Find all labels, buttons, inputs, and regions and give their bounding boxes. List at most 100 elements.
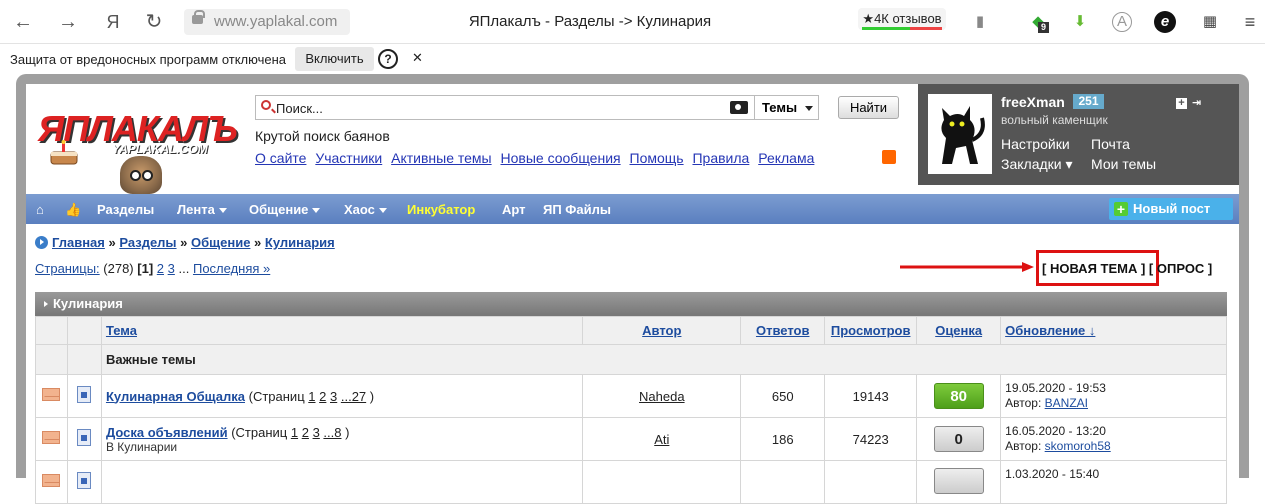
envelope-icon[interactable] [42,388,61,401]
crumb-communication[interactable]: Общение [191,235,250,250]
topic-page[interactable]: 3 [330,389,337,404]
topic-author[interactable]: Ati [654,432,669,447]
topic-views: 74223 [824,417,918,461]
link-members[interactable]: Участники [315,150,382,166]
table-row: Доска объявлений (Страниц 1 2 3 ...8 ) В… [35,417,1227,461]
search-input[interactable] [276,99,716,117]
topic-page[interactable]: 3 [313,425,320,440]
topic-page[interactable]: 2 [319,389,326,404]
shield-extension-icon[interactable]: ◆9 [1026,10,1050,34]
plus-icon[interactable]: + [1176,98,1187,109]
nav-feed[interactable]: Лента [177,202,227,217]
my-topics-link[interactable]: Мои темы [1091,156,1156,172]
pinned-section: Важные темы [35,344,1228,375]
crumb-sections[interactable]: Разделы [119,235,176,250]
rating-badge[interactable] [933,467,984,494]
reviews-badge[interactable]: ★4К отзывов [858,8,946,30]
topic-page[interactable]: 1 [308,389,315,404]
topic-page[interactable]: 1 [291,425,298,440]
security-notice-bar: Защита от вредоносных программ отключена… [0,44,1265,74]
col-author[interactable]: Автор [642,323,681,338]
envelope-icon[interactable] [42,474,61,487]
username[interactable]: freeXman [1001,94,1065,110]
topic-page[interactable]: ...27 [341,389,366,404]
logout-icon[interactable]: ⇥ [1191,98,1202,109]
site-logo[interactable]: ЯПЛАКАЛЪ YAPLAKAL.COM [38,108,238,194]
search-scope-select[interactable]: Темы [754,96,820,119]
search-icon [261,100,271,110]
user-panel: freeXman 251 вольный каменщик Настройки … [918,84,1239,185]
help-icon[interactable]: ? [378,49,398,69]
nav-chaos[interactable]: Хаос [344,202,387,217]
last-author[interactable]: skomoroh58 [1045,439,1111,453]
nav-incubator[interactable]: Инкубатор [407,202,475,217]
page-2[interactable]: 2 [157,261,164,276]
envelope-icon[interactable] [42,431,61,444]
download-extension-icon[interactable]: ⬇ [1068,10,1092,34]
link-active-topics[interactable]: Активные темы [391,150,492,166]
col-updated[interactable]: Обновление ↓ [1005,323,1095,338]
crumb-home[interactable]: Главная [52,235,105,250]
bookmarks-menu[interactable]: Закладки ▾ [1001,156,1073,173]
page-3[interactable]: 3 [168,261,175,276]
topic-page[interactable]: ...8 [323,425,341,440]
search-box: Темы [255,95,819,120]
pages-label[interactable]: Страницы: [35,261,100,276]
current-page: [1] [137,261,154,276]
pagination: Страницы: (278) [1] 2 3 ... Последняя » [35,261,271,276]
a-extension-icon[interactable]: A [1112,12,1132,32]
home-icon[interactable]: ⌂ [36,202,44,217]
new-topic-button[interactable]: [ НОВАЯ ТЕМА ] [1042,261,1145,276]
rss-icon[interactable] [882,150,896,164]
col-topic[interactable]: Тема [106,323,137,338]
topic-title[interactable]: Кулинарная Общалка [106,389,245,404]
topic-doc-icon [77,472,92,489]
topic-updated: 16.05.2020 - 13:20 [1005,424,1106,438]
table-row: 1.03.2020 - 15:40 [35,460,1227,504]
last-page[interactable]: Последняя » [193,261,270,276]
avatar[interactable] [928,94,992,174]
rating-badge[interactable]: 0 [933,426,984,452]
link-rules[interactable]: Правила [692,150,749,166]
forum-page: ЯПЛАКАЛЪ YAPLAKAL.COM Темы Найти Крутой … [26,84,1239,504]
enable-protection-button[interactable]: Включить [295,47,374,71]
nav-sections[interactable]: Разделы [97,202,154,217]
nav-art[interactable]: Арт [502,202,526,217]
col-replies[interactable]: Ответов [756,323,810,338]
crumb-cooking[interactable]: Кулинария [265,235,335,250]
topic-updated: 1.03.2020 - 15:40 [1005,467,1100,481]
camera-icon[interactable] [730,101,748,114]
bookmark-icon[interactable]: ▮ [968,10,992,34]
black-cat-avatar-icon [941,106,985,164]
menu-icon[interactable]: ≡ [1238,10,1262,34]
col-views[interactable]: Просмотров [831,323,911,338]
rating-badge[interactable]: 80 [933,383,984,409]
close-icon[interactable]: ✕ [412,50,423,66]
find-button[interactable]: Найти [838,96,899,119]
last-author[interactable]: BANZAI [1045,396,1088,410]
nav-files[interactable]: ЯП Файлы [543,202,611,217]
topic-replies: 186 [740,417,826,461]
cake-icon [50,140,78,165]
e-extension-icon[interactable]: e [1154,11,1176,33]
col-rating[interactable]: Оценка [935,323,982,338]
topic-author[interactable]: Naheda [639,389,685,404]
new-post-button[interactable]: Новый пост [1109,198,1233,220]
mail-link[interactable]: Почта [1091,136,1130,152]
link-help[interactable]: Помощь [630,150,684,166]
settings-link[interactable]: Настройки [1001,136,1070,152]
link-new-messages[interactable]: Новые сообщения [501,150,621,166]
user-rank: вольный каменщик [1001,113,1108,127]
thumbs-up-icon[interactable]: 👍 [65,202,81,218]
nav-communication[interactable]: Общение [249,202,320,217]
link-about[interactable]: О сайте [255,150,306,166]
topic-page[interactable]: 2 [302,425,309,440]
puzzle-extension-icon[interactable]: ▦ [1198,10,1222,34]
topic-title[interactable]: Доска объявлений [106,425,228,440]
topic-doc-icon [77,429,92,446]
poll-button[interactable]: [ ОПРОС ] [1149,261,1212,276]
link-ads[interactable]: Реклама [758,150,814,166]
reputation-badge[interactable]: 251 [1073,94,1104,109]
topic-doc-icon [77,386,92,403]
table-header: Тема Автор Ответов Просмотров Оценка Обн… [35,316,1227,345]
